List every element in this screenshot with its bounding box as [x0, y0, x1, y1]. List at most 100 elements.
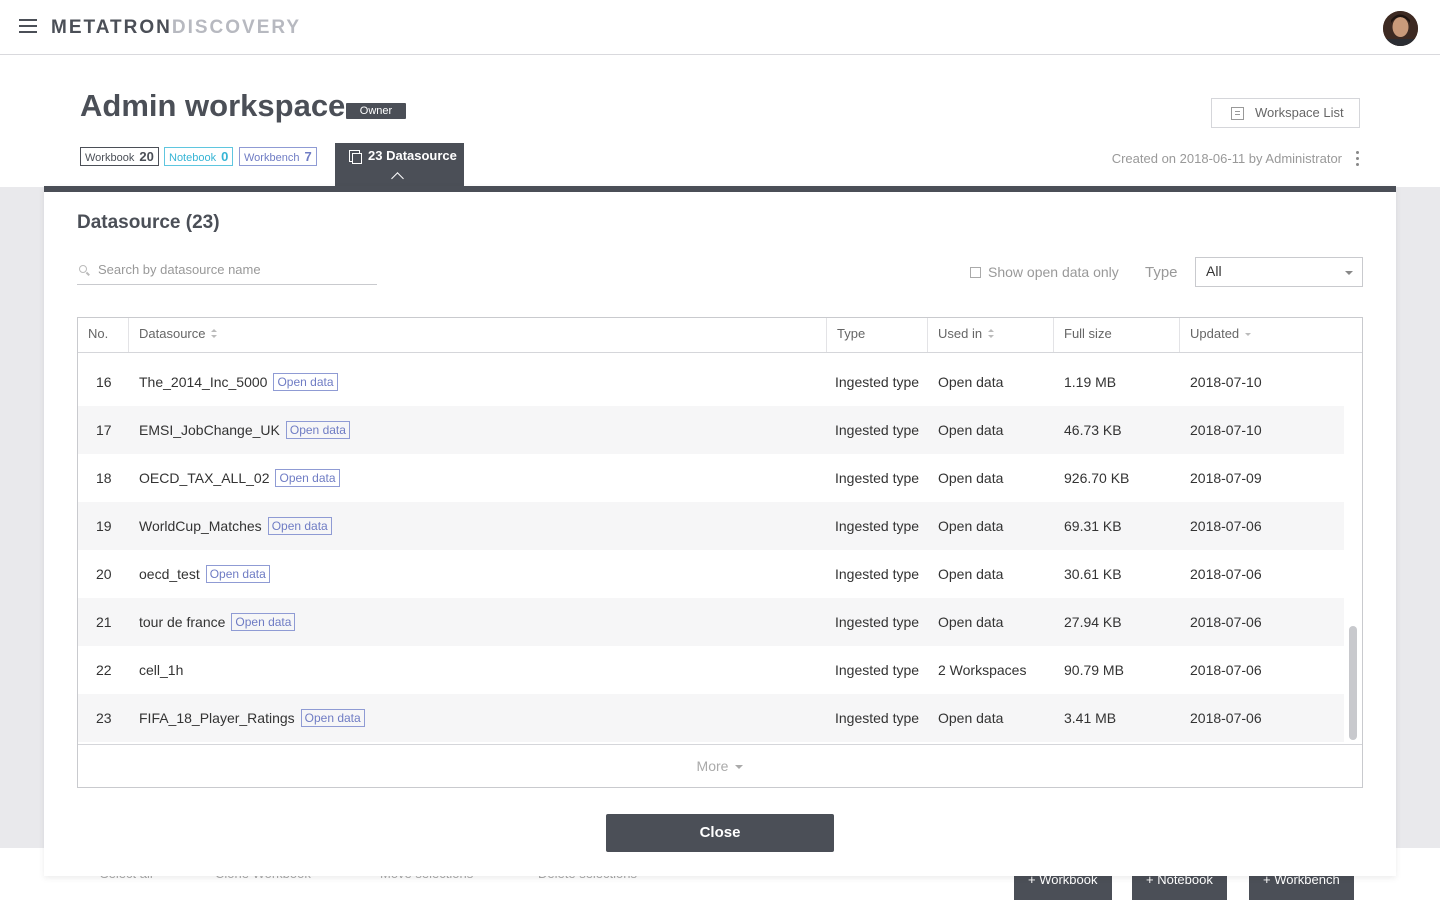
notebook-counter[interactable]: Notebook 0 [164, 147, 234, 166]
row-size: 30.61 KB [1064, 566, 1122, 582]
user-avatar[interactable] [1383, 11, 1418, 46]
row-used-in: Open data [938, 614, 1004, 630]
workspace-list-label: Workspace List [1255, 105, 1344, 120]
row-updated: 2018-07-06 [1190, 662, 1262, 678]
row-number: 18 [96, 470, 112, 486]
app-logo[interactable]: METATRONDISCOVERY [51, 17, 301, 39]
menu-icon[interactable] [19, 19, 37, 33]
workbench-counter[interactable]: Workbench 7 [239, 147, 317, 166]
row-size: 46.73 KB [1064, 422, 1122, 438]
top-navbar: METATRONDISCOVERY [0, 0, 1440, 55]
table-row[interactable]: 16 The_2014_Inc_5000 Open data Ingested t… [78, 358, 1344, 406]
open-data-filter-label: Show open data only [988, 264, 1119, 280]
row-size: 1.19 MB [1064, 374, 1117, 390]
row-updated: 2018-07-06 [1190, 614, 1262, 630]
open-data-badge: Open data [273, 373, 338, 391]
workbench-count: 7 [304, 149, 312, 164]
datasource-name: FIFA_18_Player_Ratings [139, 710, 295, 726]
more-options-icon[interactable] [1356, 151, 1360, 167]
datasource-icon [349, 150, 362, 164]
row-size: 27.94 KB [1064, 614, 1122, 630]
row-used-in: Open data [938, 566, 1004, 582]
chevron-down-icon [1345, 271, 1353, 275]
chevron-down-icon [735, 765, 744, 769]
row-number: 19 [96, 518, 112, 534]
open-data-badge: Open data [300, 709, 365, 727]
type-select-value: All [1206, 263, 1222, 279]
row-used-in: Open data [938, 470, 1004, 486]
col-updated-label: Updated [1190, 326, 1240, 341]
workbook-counter-label: Workbook [85, 152, 135, 164]
sort-down-icon [1245, 333, 1252, 337]
workbook-count: 20 [139, 149, 154, 164]
row-datasource: tour de france Open data [139, 598, 296, 646]
workspace-list-button[interactable]: Workspace List [1211, 98, 1360, 128]
row-number: 21 [96, 614, 112, 630]
row-size: 69.31 KB [1064, 518, 1122, 534]
table-row[interactable]: 23 FIFA_18_Player_Ratings Open data Inges… [78, 694, 1344, 742]
datasource-modal: Datasource (23) Show open data only Type… [44, 186, 1396, 876]
row-number: 17 [96, 422, 112, 438]
col-datasource[interactable]: Datasource [129, 318, 827, 352]
row-datasource: oecd_test Open data [139, 550, 270, 598]
table-header: No. Datasource Type Used in Full size Up… [78, 318, 1362, 353]
sort-icon [988, 329, 995, 339]
row-type: Ingested type [835, 662, 920, 678]
scrollbar-thumb[interactable] [1349, 626, 1357, 740]
col-full-size: Full size [1054, 318, 1180, 352]
open-data-checkbox[interactable] [970, 267, 981, 278]
page-title: Admin workspace [80, 88, 346, 123]
col-full-size-label: Full size [1064, 326, 1112, 341]
datasource-name: OECD_TAX_ALL_02 [139, 470, 270, 486]
type-filter-label: Type [1145, 264, 1178, 281]
table-row[interactable]: 20 oecd_test Open data Ingested type Open… [78, 550, 1344, 598]
search-icon [79, 265, 87, 273]
more-button[interactable]: More [78, 744, 1362, 787]
open-data-filter[interactable]: Show open data only [970, 264, 1119, 280]
row-used-in: Open data [938, 710, 1004, 726]
search-box [77, 254, 377, 285]
row-used-in: 2 Workspaces [938, 662, 1027, 678]
row-type: Ingested type [835, 566, 920, 582]
table-body: 16 The_2014_Inc_5000 Open data Ingested t… [78, 353, 1344, 744]
col-no: No. [78, 318, 129, 352]
row-number: 16 [96, 374, 112, 390]
list-icon [1231, 107, 1244, 120]
col-type-label: Type [837, 326, 866, 341]
row-updated: 2018-07-06 [1190, 566, 1262, 582]
row-updated: 2018-07-06 [1190, 710, 1262, 726]
row-size: 3.41 MB [1064, 710, 1117, 726]
row-type: Ingested type [835, 614, 920, 630]
table-row[interactable]: 17 EMSI_JobChange_UK Open data Ingested t… [78, 406, 1344, 454]
table-row[interactable]: 19 WorldCup_Matches Open data Ingested ty… [78, 502, 1344, 550]
logo-text-primary: METATRON [51, 17, 172, 38]
open-data-badge: Open data [275, 469, 340, 487]
sort-icon [211, 329, 218, 339]
workbook-counter[interactable]: Workbook 20 [80, 147, 159, 166]
owner-badge: Owner [346, 103, 406, 119]
row-size: 90.79 MB [1064, 662, 1124, 678]
row-size: 926.70 KB [1064, 470, 1130, 486]
row-number: 23 [96, 710, 112, 726]
open-data-badge: Open data [205, 565, 270, 583]
datasource-name: EMSI_JobChange_UK [139, 422, 280, 438]
table-row[interactable]: 22 cell_1h Ingested type 2 Workspaces 90… [78, 646, 1344, 694]
close-button[interactable]: Close [606, 814, 834, 852]
datasource-name: cell_1h [139, 662, 184, 678]
col-used-in[interactable]: Used in [928, 318, 1054, 352]
row-datasource: cell_1h [139, 646, 183, 694]
logo-text-secondary: DISCOVERY [171, 17, 302, 38]
row-updated: 2018-07-10 [1190, 422, 1262, 438]
row-used-in: Open data [938, 374, 1004, 390]
col-updated[interactable]: Updated [1180, 318, 1362, 352]
row-updated: 2018-07-06 [1190, 518, 1262, 534]
type-select[interactable]: All [1195, 257, 1363, 287]
row-number: 20 [96, 566, 112, 582]
search-input[interactable] [98, 258, 368, 280]
datasource-name: oecd_test [139, 566, 200, 582]
table-row[interactable]: 18 OECD_TAX_ALL_02 Open data Ingested typ… [78, 454, 1344, 502]
col-datasource-label: Datasource [139, 326, 206, 341]
open-data-badge: Open data [267, 517, 332, 535]
table-row[interactable]: 21 tour de france Open data Ingested type… [78, 598, 1344, 646]
datasource-tab[interactable]: 23 Datasource [335, 143, 464, 187]
